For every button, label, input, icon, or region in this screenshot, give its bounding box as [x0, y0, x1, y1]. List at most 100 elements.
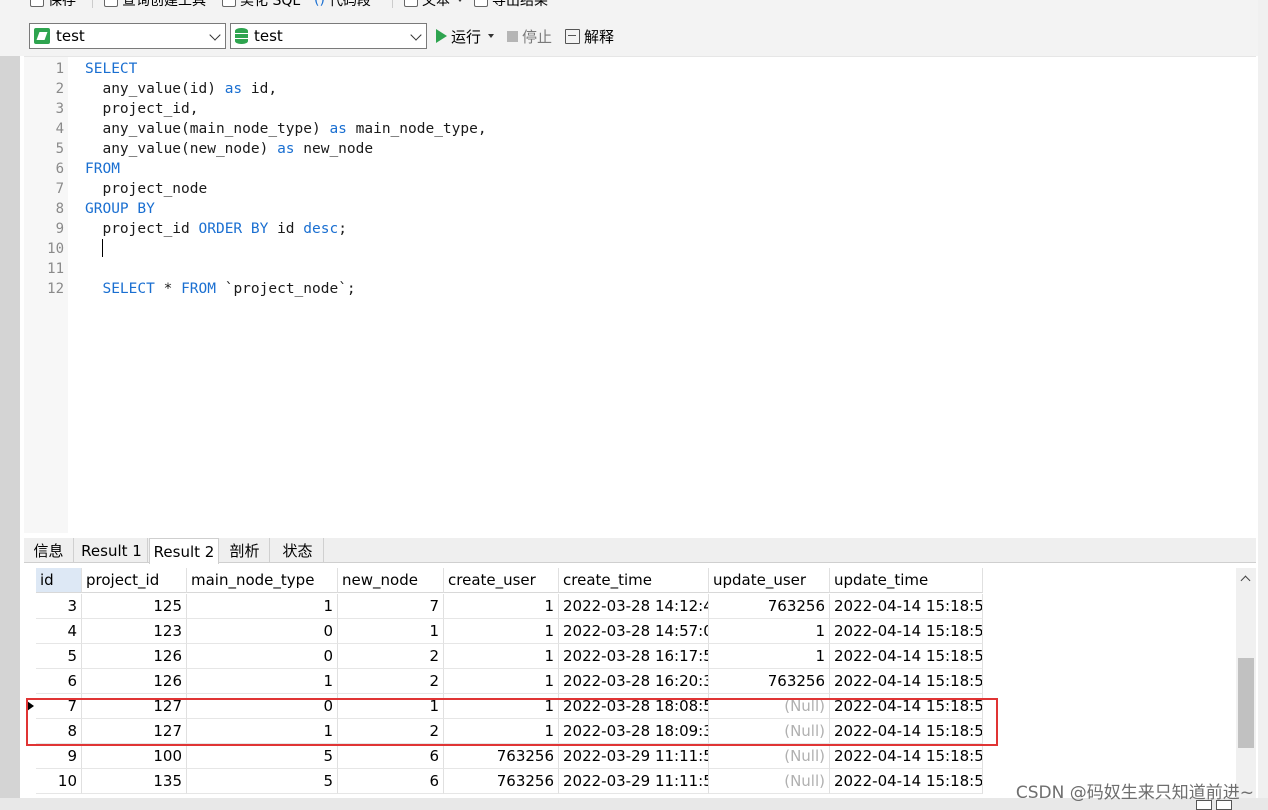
- table-cell[interactable]: 0: [187, 619, 338, 644]
- table-row[interactable]: 10 135 5 6 763256 2022-03-29 11:11:57 (Null) 20…: [24, 769, 1004, 794]
- table-cell[interactable]: 8: [36, 719, 82, 744]
- table-cell[interactable]: 7: [338, 594, 444, 619]
- table-cell[interactable]: 100: [82, 744, 187, 769]
- table-cell[interactable]: (Null): [709, 694, 830, 719]
- code-line[interactable]: any_value(id) as id,: [85, 79, 277, 99]
- table-row[interactable]: 7 127 0 1 1 2022-03-28 18:08:52 (Null) 2022-04-…: [24, 694, 1004, 719]
- tab-status[interactable]: 状态: [272, 538, 324, 563]
- table-cell[interactable]: 763256: [709, 669, 830, 694]
- table-cell[interactable]: 2022-04-14 15:18:52: [830, 644, 983, 669]
- table-cell[interactable]: 2022-03-28 18:09:38: [559, 719, 709, 744]
- table-cell[interactable]: 2022-04-14 15:18:52: [830, 719, 983, 744]
- column-header-project-id[interactable]: project_id: [82, 568, 187, 593]
- table-cell[interactable]: 6: [36, 669, 82, 694]
- code-line[interactable]: project_id,: [85, 99, 198, 119]
- table-cell[interactable]: 1: [709, 644, 830, 669]
- table-cell[interactable]: 1: [444, 644, 559, 669]
- snippet-button[interactable]: () 代码段: [314, 0, 371, 10]
- table-cell[interactable]: 3: [36, 594, 82, 619]
- code-line[interactable]: FROM: [85, 159, 120, 179]
- table-cell[interactable]: 2022-04-14 15:18:52: [830, 694, 983, 719]
- table-cell[interactable]: 9: [36, 744, 82, 769]
- code-line[interactable]: GROUP BY: [85, 199, 155, 219]
- column-header-update-user[interactable]: update_user: [709, 568, 830, 593]
- table-cell[interactable]: 2022-04-14 15:18:52: [830, 594, 983, 619]
- table-cell[interactable]: 763256: [444, 769, 559, 794]
- table-cell[interactable]: 1: [444, 619, 559, 644]
- table-cell[interactable]: 2: [338, 669, 444, 694]
- caret-down-icon[interactable]: [488, 34, 495, 38]
- table-row[interactable]: 4 123 0 1 1 2022-03-28 14:57:04 1 2022-04-14 15…: [24, 619, 1004, 644]
- export-result-button[interactable]: 导出结果: [474, 0, 548, 10]
- table-row[interactable]: 3 125 1 7 1 2022-03-28 14:12:41 763256 2022-04-…: [24, 594, 1004, 619]
- table-cell[interactable]: 2022-03-28 16:20:30: [559, 669, 709, 694]
- table-row[interactable]: 9 100 5 6 763256 2022-03-29 11:11:57 (Null) 202…: [24, 744, 1004, 769]
- table-cell[interactable]: 1: [444, 694, 559, 719]
- table-cell[interactable]: 2: [338, 719, 444, 744]
- column-header-id[interactable]: id: [36, 568, 82, 593]
- table-cell[interactable]: 6: [338, 769, 444, 794]
- sql-editor[interactable]: 1 2 3 4 5 6 7 8 9 10 11 12 SELECT any_value(id) as …: [24, 56, 1256, 533]
- explain-button[interactable]: 解释: [565, 25, 614, 47]
- code-line[interactable]: SELECT * FROM `project_node`;: [85, 279, 355, 299]
- table-cell[interactable]: 0: [187, 694, 338, 719]
- table-cell[interactable]: 5: [36, 644, 82, 669]
- table-cell[interactable]: 1: [338, 694, 444, 719]
- query-builder-button[interactable]: 查询创建工具: [104, 0, 206, 10]
- table-row[interactable]: 8 127 1 2 1 2022-03-28 18:09:38 (Null) 2022-04-…: [24, 719, 1004, 744]
- code-line[interactable]: project_id ORDER BY id desc;: [85, 219, 346, 239]
- table-cell[interactable]: 1: [187, 719, 338, 744]
- table-cell[interactable]: 2022-04-14 15:18:52: [830, 769, 983, 794]
- table-cell[interactable]: 2: [338, 644, 444, 669]
- table-cell[interactable]: 1: [444, 719, 559, 744]
- table-cell[interactable]: 2022-03-29 11:11:57: [559, 769, 709, 794]
- tab-result-2[interactable]: Result 2: [149, 538, 219, 564]
- table-cell[interactable]: 2022-04-14 15:18:52: [830, 744, 983, 769]
- table-cell[interactable]: 1: [338, 619, 444, 644]
- result-grid[interactable]: id project_id main_node_type new_node create…: [24, 568, 1256, 798]
- table-cell[interactable]: 7: [36, 694, 82, 719]
- table-cell[interactable]: 1: [187, 594, 338, 619]
- table-cell[interactable]: 10: [36, 769, 82, 794]
- column-header-create-user[interactable]: create_user: [444, 568, 559, 593]
- table-cell[interactable]: 135: [82, 769, 187, 794]
- run-button[interactable]: 运行: [436, 25, 495, 47]
- table-cell[interactable]: 2022-04-14 15:18:52: [830, 669, 983, 694]
- table-cell[interactable]: 126: [82, 669, 187, 694]
- table-cell[interactable]: 6: [338, 744, 444, 769]
- scroll-up-icon[interactable]: [1240, 575, 1251, 586]
- column-header-update-time[interactable]: update_time: [830, 568, 983, 593]
- code-line[interactable]: SELECT: [85, 59, 137, 79]
- table-cell[interactable]: 1: [444, 594, 559, 619]
- table-cell[interactable]: 127: [82, 719, 187, 744]
- connection-select[interactable]: test: [29, 23, 226, 49]
- tab-profile[interactable]: 剖析: [220, 538, 270, 563]
- table-cell[interactable]: (Null): [709, 744, 830, 769]
- table-cell[interactable]: 5: [187, 744, 338, 769]
- table-cell[interactable]: 2022-03-28 16:17:55: [559, 644, 709, 669]
- code-line[interactable]: project_node: [85, 179, 207, 199]
- table-cell[interactable]: 126: [82, 644, 187, 669]
- table-cell[interactable]: 1: [709, 619, 830, 644]
- save-button[interactable]: 保存: [30, 0, 76, 10]
- table-row[interactable]: 5 126 0 2 1 2022-03-28 16:17:55 1 2022-04-14 15…: [24, 644, 1004, 669]
- table-cell[interactable]: 125: [82, 594, 187, 619]
- table-cell[interactable]: 763256: [709, 594, 830, 619]
- table-cell[interactable]: 2022-03-28 18:08:52: [559, 694, 709, 719]
- beautify-sql-button[interactable]: 美化 SQL: [222, 0, 300, 10]
- table-cell[interactable]: 2022-03-28 14:57:04: [559, 619, 709, 644]
- scroll-thumb[interactable]: [1238, 658, 1254, 748]
- table-cell[interactable]: 2022-03-29 11:11:57: [559, 744, 709, 769]
- table-row[interactable]: 6 126 1 2 1 2022-03-28 16:20:30 763256 2022-04-…: [24, 669, 1004, 694]
- table-cell[interactable]: 763256: [444, 744, 559, 769]
- code-line[interactable]: any_value(new_node) as new_node: [85, 139, 373, 159]
- table-cell[interactable]: 1: [444, 669, 559, 694]
- column-header-main-node-type[interactable]: main_node_type: [187, 568, 338, 593]
- table-cell[interactable]: (Null): [709, 719, 830, 744]
- table-cell[interactable]: 0: [187, 644, 338, 669]
- grid-scrollbar[interactable]: [1236, 568, 1256, 798]
- table-cell[interactable]: (Null): [709, 769, 830, 794]
- table-cell[interactable]: 1: [187, 669, 338, 694]
- database-select[interactable]: test: [230, 23, 427, 49]
- text-button[interactable]: 文本: [404, 0, 463, 10]
